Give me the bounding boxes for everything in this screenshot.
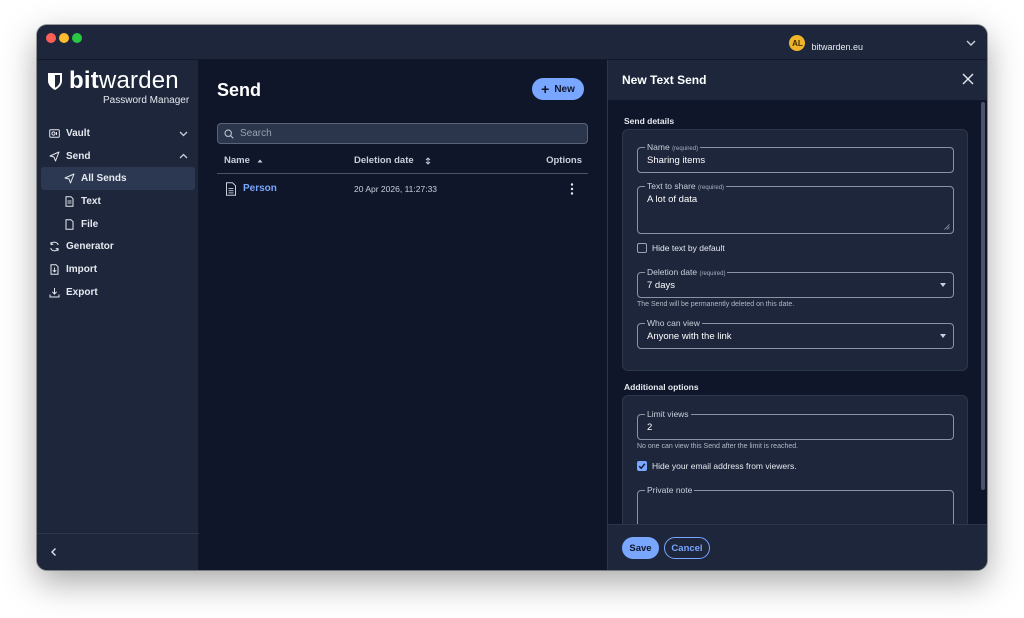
search-icon	[224, 128, 234, 139]
dialog-body: Send details Name (required) Sharing ite…	[608, 100, 980, 524]
import-icon	[50, 264, 59, 275]
page-title: Send	[217, 80, 262, 100]
send-icon	[64, 173, 75, 184]
column-header-options: Options	[546, 155, 582, 166]
column-header-name[interactable]: Name	[224, 155, 264, 166]
server-label: bitwarden.eu	[811, 42, 863, 52]
send-name-link[interactable]: Person	[243, 183, 277, 194]
chevron-left-icon[interactable]	[49, 547, 59, 557]
new-text-send-dialog: New Text Send Send details Name (require…	[607, 60, 987, 570]
deletion-date: 20 Apr 2026, 11:27:33	[354, 184, 438, 194]
app-window: AL bitwarden.eu bitwarden Password Manag…	[37, 25, 987, 570]
deletion-date-select[interactable]: Deletion date (required) 7 days	[637, 267, 954, 298]
sidebar-item-all-sends[interactable]: All Sends	[41, 167, 195, 191]
section-title-additional-options: Additional options	[624, 382, 699, 392]
table-header: Name Deletion date Options	[217, 150, 588, 174]
dropdown-arrow-icon	[940, 283, 946, 287]
table-row[interactable]: Person 20 Apr 2026, 11:27:33	[217, 175, 588, 205]
vault-icon	[49, 129, 60, 138]
minimize-window-button[interactable]	[59, 33, 69, 43]
shield-icon	[48, 73, 62, 90]
hide-email-option: Hide your email address from viewers.	[637, 461, 797, 471]
export-icon	[49, 287, 60, 298]
column-header-deletion-date[interactable]: Deletion date	[354, 155, 432, 166]
check-icon	[638, 463, 646, 470]
sidebar-footer	[37, 533, 199, 570]
close-window-button[interactable]	[46, 33, 56, 43]
close-icon[interactable]	[962, 73, 974, 85]
avatar: AL	[789, 35, 806, 51]
send-details-card: Name (required) Sharing items Text to sh…	[622, 129, 968, 371]
send-list-pane: Send + New Name Deletion date	[199, 60, 607, 570]
sidebar-item-import[interactable]: Import	[41, 258, 195, 281]
sort-icon	[425, 156, 430, 165]
chevron-up-icon	[179, 153, 188, 159]
dropdown-arrow-icon	[940, 334, 946, 338]
sidebar-item-generator[interactable]: Generator	[41, 235, 195, 258]
account-switcher[interactable]: AL bitwarden.eu	[789, 32, 977, 54]
save-button[interactable]: Save	[622, 537, 659, 559]
text-file-icon	[65, 196, 74, 207]
resize-handle-icon[interactable]	[944, 224, 950, 230]
dialog-scrollbar[interactable]	[981, 102, 985, 490]
title-bar: AL bitwarden.eu	[37, 25, 987, 60]
sidebar-item-send[interactable]: Send	[41, 145, 195, 168]
dialog-title: New Text Send	[622, 73, 707, 87]
dialog-header: New Text Send	[608, 60, 987, 100]
sidebar: bitwarden Password Manager Vault Send Al…	[37, 60, 199, 570]
additional-options-card: Limit views 2 No one can view this Send …	[622, 395, 968, 524]
new-send-button[interactable]: + New	[532, 78, 584, 100]
sort-ascending-icon	[257, 159, 263, 162]
sidebar-item-vault[interactable]: Vault	[41, 122, 195, 145]
send-icon	[49, 151, 60, 162]
sidebar-item-text[interactable]: Text	[41, 190, 195, 213]
brand-name: bitwarden	[69, 67, 179, 94]
hide-text-option: Hide text by default	[637, 243, 725, 253]
plus-icon: +	[541, 81, 550, 97]
limit-views-hint: No one can view this Send after the limi…	[637, 443, 799, 450]
cancel-button[interactable]: Cancel	[664, 537, 710, 559]
limit-views-input[interactable]: 2	[647, 422, 652, 433]
who-can-view-select[interactable]: Who can view Anyone with the link	[637, 318, 954, 349]
sidebar-item-file[interactable]: File	[41, 213, 195, 236]
chevron-down-icon	[966, 40, 976, 46]
deletion-date-hint: The Send will be permanently deleted on …	[637, 301, 795, 308]
chevron-down-icon	[179, 131, 188, 137]
generator-icon	[50, 241, 59, 252]
text-to-share-input[interactable]: A lot of data	[647, 194, 697, 205]
sidebar-nav: Vault Send All Sends Text File Generator…	[41, 122, 195, 304]
text-file-icon	[226, 182, 236, 196]
maximize-window-button[interactable]	[72, 33, 82, 43]
hide-email-checkbox[interactable]	[637, 461, 647, 471]
file-icon	[65, 218, 74, 230]
search-input[interactable]	[240, 128, 560, 139]
name-input[interactable]: Sharing items	[647, 155, 705, 166]
text-to-share-field[interactable]: Text to share (required) A lot of data	[637, 181, 954, 234]
brand-subtitle: Password Manager	[103, 95, 190, 106]
more-options-icon[interactable]	[568, 182, 576, 196]
limit-views-field[interactable]: Limit views 2	[637, 409, 954, 440]
dialog-footer: Save Cancel	[608, 524, 987, 570]
name-field[interactable]: Name (required) Sharing items	[637, 142, 954, 173]
section-title-send-details: Send details	[624, 116, 675, 126]
private-note-field[interactable]: Private note	[637, 485, 954, 524]
hide-text-checkbox[interactable]	[637, 243, 647, 253]
search-box	[217, 123, 588, 144]
sidebar-item-export[interactable]: Export	[41, 281, 195, 304]
bitwarden-logo: bitwarden Password Manager	[47, 67, 197, 106]
